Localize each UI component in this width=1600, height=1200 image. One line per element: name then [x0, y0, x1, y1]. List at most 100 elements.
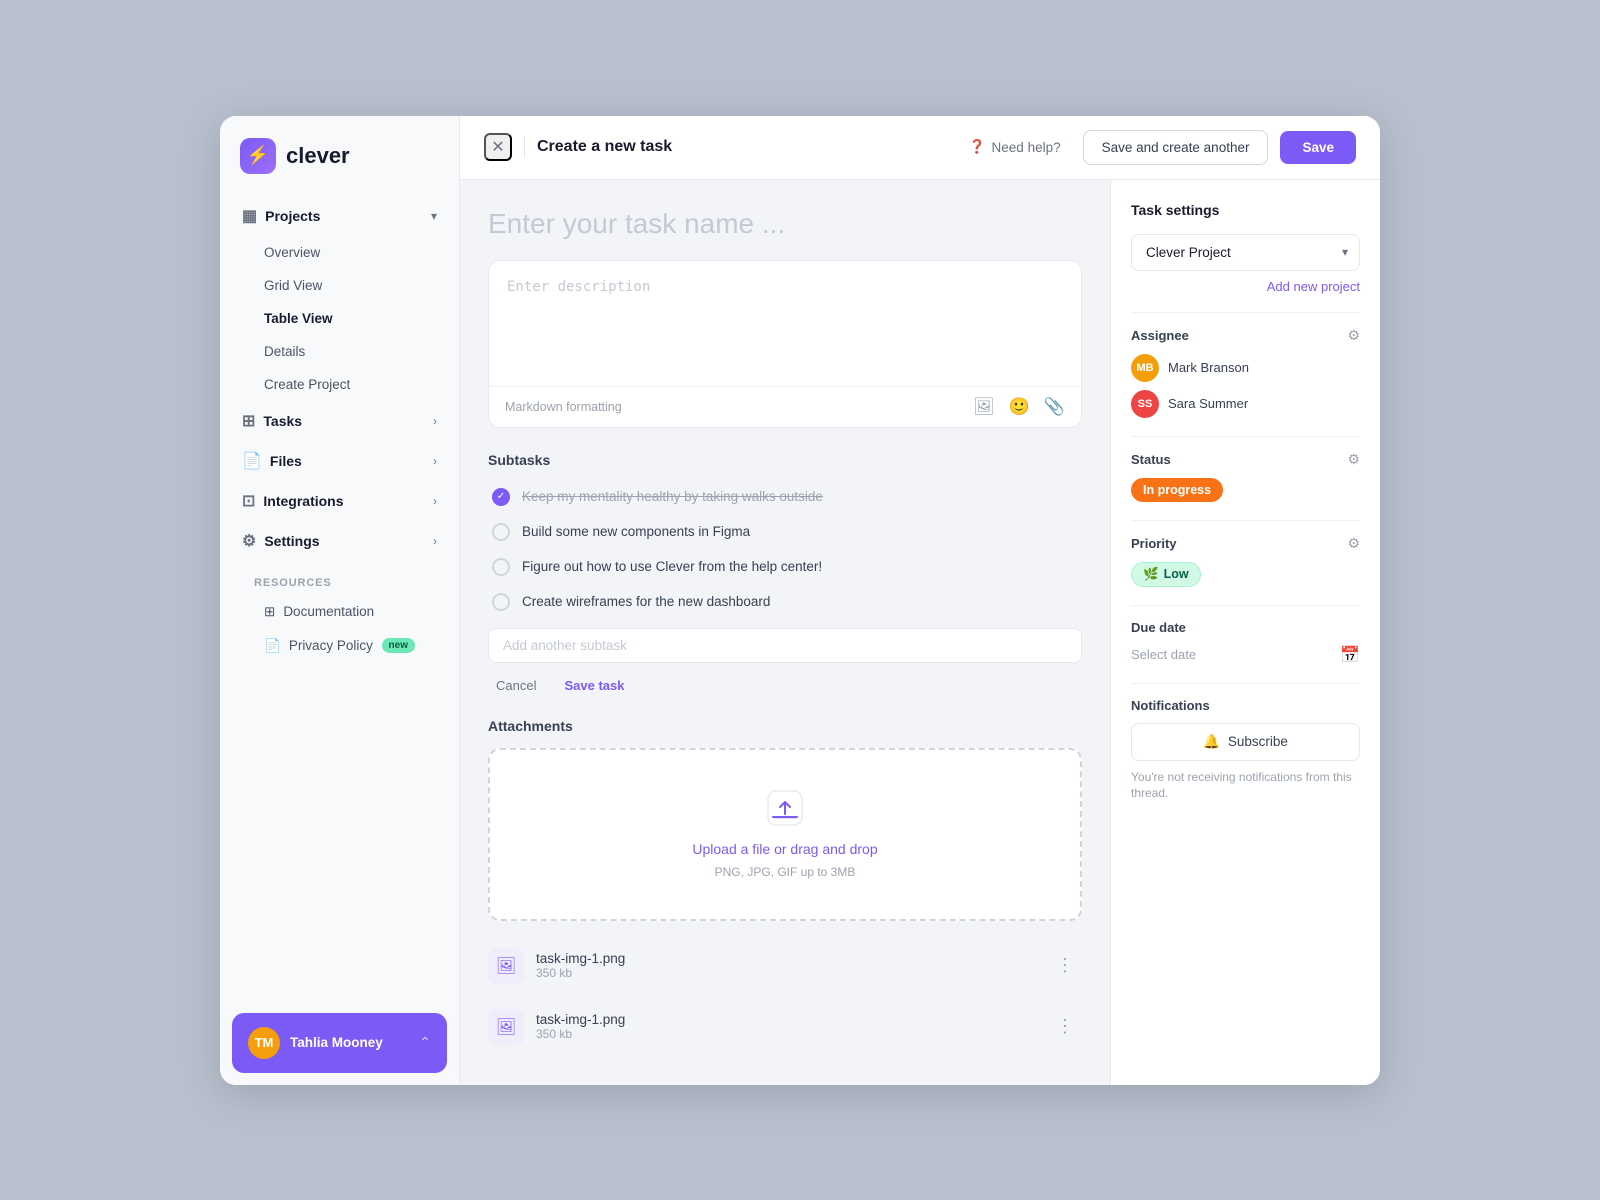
help-button[interactable]: ❓ Need help?: [959, 133, 1071, 161]
projects-label: Projects: [265, 208, 320, 224]
settings-chevron-icon: ›: [433, 534, 437, 548]
description-toolbar: Markdown formatting 🖼 🙂 📎: [489, 386, 1081, 427]
calendar-icon[interactable]: 📅: [1340, 645, 1360, 665]
status-badge[interactable]: In progress: [1131, 478, 1223, 502]
files-icon: 📄: [242, 451, 262, 471]
priority-field: Priority ⚙ 🌿 Low: [1131, 535, 1360, 587]
avatar: SS: [1131, 390, 1159, 418]
file-info-1: task-img-1.png 350 kb: [536, 951, 1036, 980]
subtask-item: Create wireframes for the new dashboard: [488, 585, 1082, 620]
notifications-label: Notifications: [1131, 698, 1210, 713]
description-box: Markdown formatting 🖼 🙂 📎: [488, 260, 1082, 428]
project-select[interactable]: Clever Project: [1131, 234, 1360, 271]
priority-badge[interactable]: 🌿 Low: [1131, 562, 1201, 587]
image-icon[interactable]: 🖼: [973, 397, 995, 417]
assignee-field: Assignee ⚙ MB Mark Branson SS Sara Summe…: [1131, 327, 1360, 418]
upload-label: Upload a file or drag and drop: [692, 841, 877, 857]
integrations-chevron-icon: ›: [433, 494, 437, 508]
file-icon-2: 🖼: [488, 1009, 524, 1045]
file-menu-2[interactable]: ⋮: [1048, 1012, 1082, 1041]
description-input[interactable]: [489, 261, 1081, 381]
assignee-name-2: Sara Summer: [1168, 396, 1248, 411]
priority-label: Priority: [1131, 536, 1177, 551]
due-date-label: Due date: [1131, 620, 1186, 635]
subscribe-button[interactable]: 🔔 Subscribe: [1131, 723, 1360, 761]
attachments-title: Attachments: [488, 718, 1082, 734]
toolbar-icons: 🖼 🙂 📎: [973, 397, 1065, 417]
documentation-label: Documentation: [283, 604, 374, 619]
sidebar-item-overview[interactable]: Overview: [254, 236, 447, 269]
divider: [1131, 312, 1360, 313]
subtask-item: Figure out how to use Clever from the he…: [488, 550, 1082, 585]
assignee-label: Assignee: [1131, 328, 1189, 343]
emoji-icon[interactable]: 🙂: [1009, 397, 1030, 417]
subtasks-title: Subtasks: [488, 452, 1082, 468]
subtask-text-1: Keep my mentality healthy by taking walk…: [522, 489, 823, 504]
add-subtask-row: [488, 628, 1082, 663]
logo[interactable]: ⚡ clever: [220, 116, 459, 196]
new-badge: new: [382, 638, 415, 653]
sidebar-item-details[interactable]: Details: [254, 335, 447, 368]
sidebar-item-privacy-policy[interactable]: 📄 Privacy Policy new: [254, 629, 425, 663]
assignee-gear-icon[interactable]: ⚙: [1347, 327, 1360, 344]
sidebar-item-projects[interactable]: ▦ Projects ▾: [232, 196, 447, 236]
resources-heading: RESOURCES: [254, 577, 425, 589]
priority-icon: 🌿: [1143, 567, 1159, 582]
select-date-text[interactable]: Select date: [1131, 647, 1196, 662]
subtask-item: Build some new components in Figma: [488, 515, 1082, 550]
tasks-label: Tasks: [263, 413, 302, 429]
sidebar-item-files[interactable]: 📄 Files ›: [232, 441, 447, 481]
status-gear-icon[interactable]: ⚙: [1347, 451, 1360, 468]
topbar: ✕ Create a new task ❓ Need help? Save an…: [460, 116, 1380, 180]
subtask-text-4: Create wireframes for the new dashboard: [522, 594, 770, 609]
file-row: 🖼 task-img-1.png 350 kb ⋮: [488, 935, 1082, 996]
tasks-icon: ⊞: [242, 411, 255, 431]
task-name-input[interactable]: [488, 208, 1082, 240]
body-layout: Markdown formatting 🖼 🙂 📎 Subtasks ✓ Kee…: [460, 180, 1380, 1085]
due-date-field: Due date Select date 📅: [1131, 620, 1360, 665]
resources-section: RESOURCES ⊞ Documentation 📄 Privacy Poli…: [232, 561, 447, 669]
add-new-project-link[interactable]: Add new project: [1131, 279, 1360, 294]
save-and-create-another-button[interactable]: Save and create another: [1083, 130, 1269, 165]
markdown-label: Markdown formatting: [505, 400, 622, 414]
task-editor: Markdown formatting 🖼 🙂 📎 Subtasks ✓ Kee…: [460, 180, 1110, 1085]
subscribe-label: Subscribe: [1228, 734, 1288, 749]
avatar: TM: [248, 1027, 280, 1059]
logo-text: clever: [286, 143, 350, 169]
assignee-item: MB Mark Branson: [1131, 354, 1360, 382]
logo-icon: ⚡: [240, 138, 276, 174]
save-task-button[interactable]: Save task: [556, 673, 632, 698]
help-icon: ❓: [969, 139, 986, 155]
subtask-checkbox-3[interactable]: [492, 558, 510, 576]
save-button[interactable]: Save: [1280, 131, 1356, 164]
sidebar-item-integrations[interactable]: ⊡ Integrations ›: [232, 481, 447, 521]
sidebar-item-table-view[interactable]: Table View: [254, 302, 447, 335]
attachments-section: Attachments Upload a file or drag and dr…: [488, 718, 1082, 1057]
sidebar-item-create-project[interactable]: Create Project: [254, 368, 447, 401]
subtask-text-2: Build some new components in Figma: [522, 524, 750, 539]
subtask-checkbox-4[interactable]: [492, 593, 510, 611]
sidebar-item-settings[interactable]: ⚙ Settings ›: [232, 521, 447, 561]
priority-header: Priority ⚙: [1131, 535, 1360, 552]
projects-icon: ▦: [242, 206, 257, 226]
upload-zone[interactable]: Upload a file or drag and drop PNG, JPG,…: [488, 748, 1082, 921]
attachment-icon[interactable]: 📎: [1044, 397, 1065, 417]
sidebar-item-documentation[interactable]: ⊞ Documentation: [254, 595, 425, 629]
sidebar-item-tasks[interactable]: ⊞ Tasks ›: [232, 401, 447, 441]
priority-gear-icon[interactable]: ⚙: [1347, 535, 1360, 552]
user-profile[interactable]: TM Tahlia Mooney ⌃: [232, 1013, 447, 1073]
avatar: MB: [1131, 354, 1159, 382]
main-content: ✕ Create a new task ❓ Need help? Save an…: [460, 116, 1380, 1085]
close-button[interactable]: ✕: [484, 133, 512, 161]
privacy-icon: 📄: [264, 638, 281, 654]
files-label: Files: [270, 453, 302, 469]
status-header: Status ⚙: [1131, 451, 1360, 468]
assignee-name-1: Mark Branson: [1168, 360, 1249, 375]
sidebar-item-grid-view[interactable]: Grid View: [254, 269, 447, 302]
subtask-checkbox-1[interactable]: ✓: [492, 488, 510, 506]
user-name: Tahlia Mooney: [290, 1035, 409, 1050]
file-menu-1[interactable]: ⋮: [1048, 951, 1082, 980]
subtask-checkbox-2[interactable]: [492, 523, 510, 541]
cancel-subtask-button[interactable]: Cancel: [488, 673, 544, 698]
add-subtask-input[interactable]: [488, 628, 1082, 663]
